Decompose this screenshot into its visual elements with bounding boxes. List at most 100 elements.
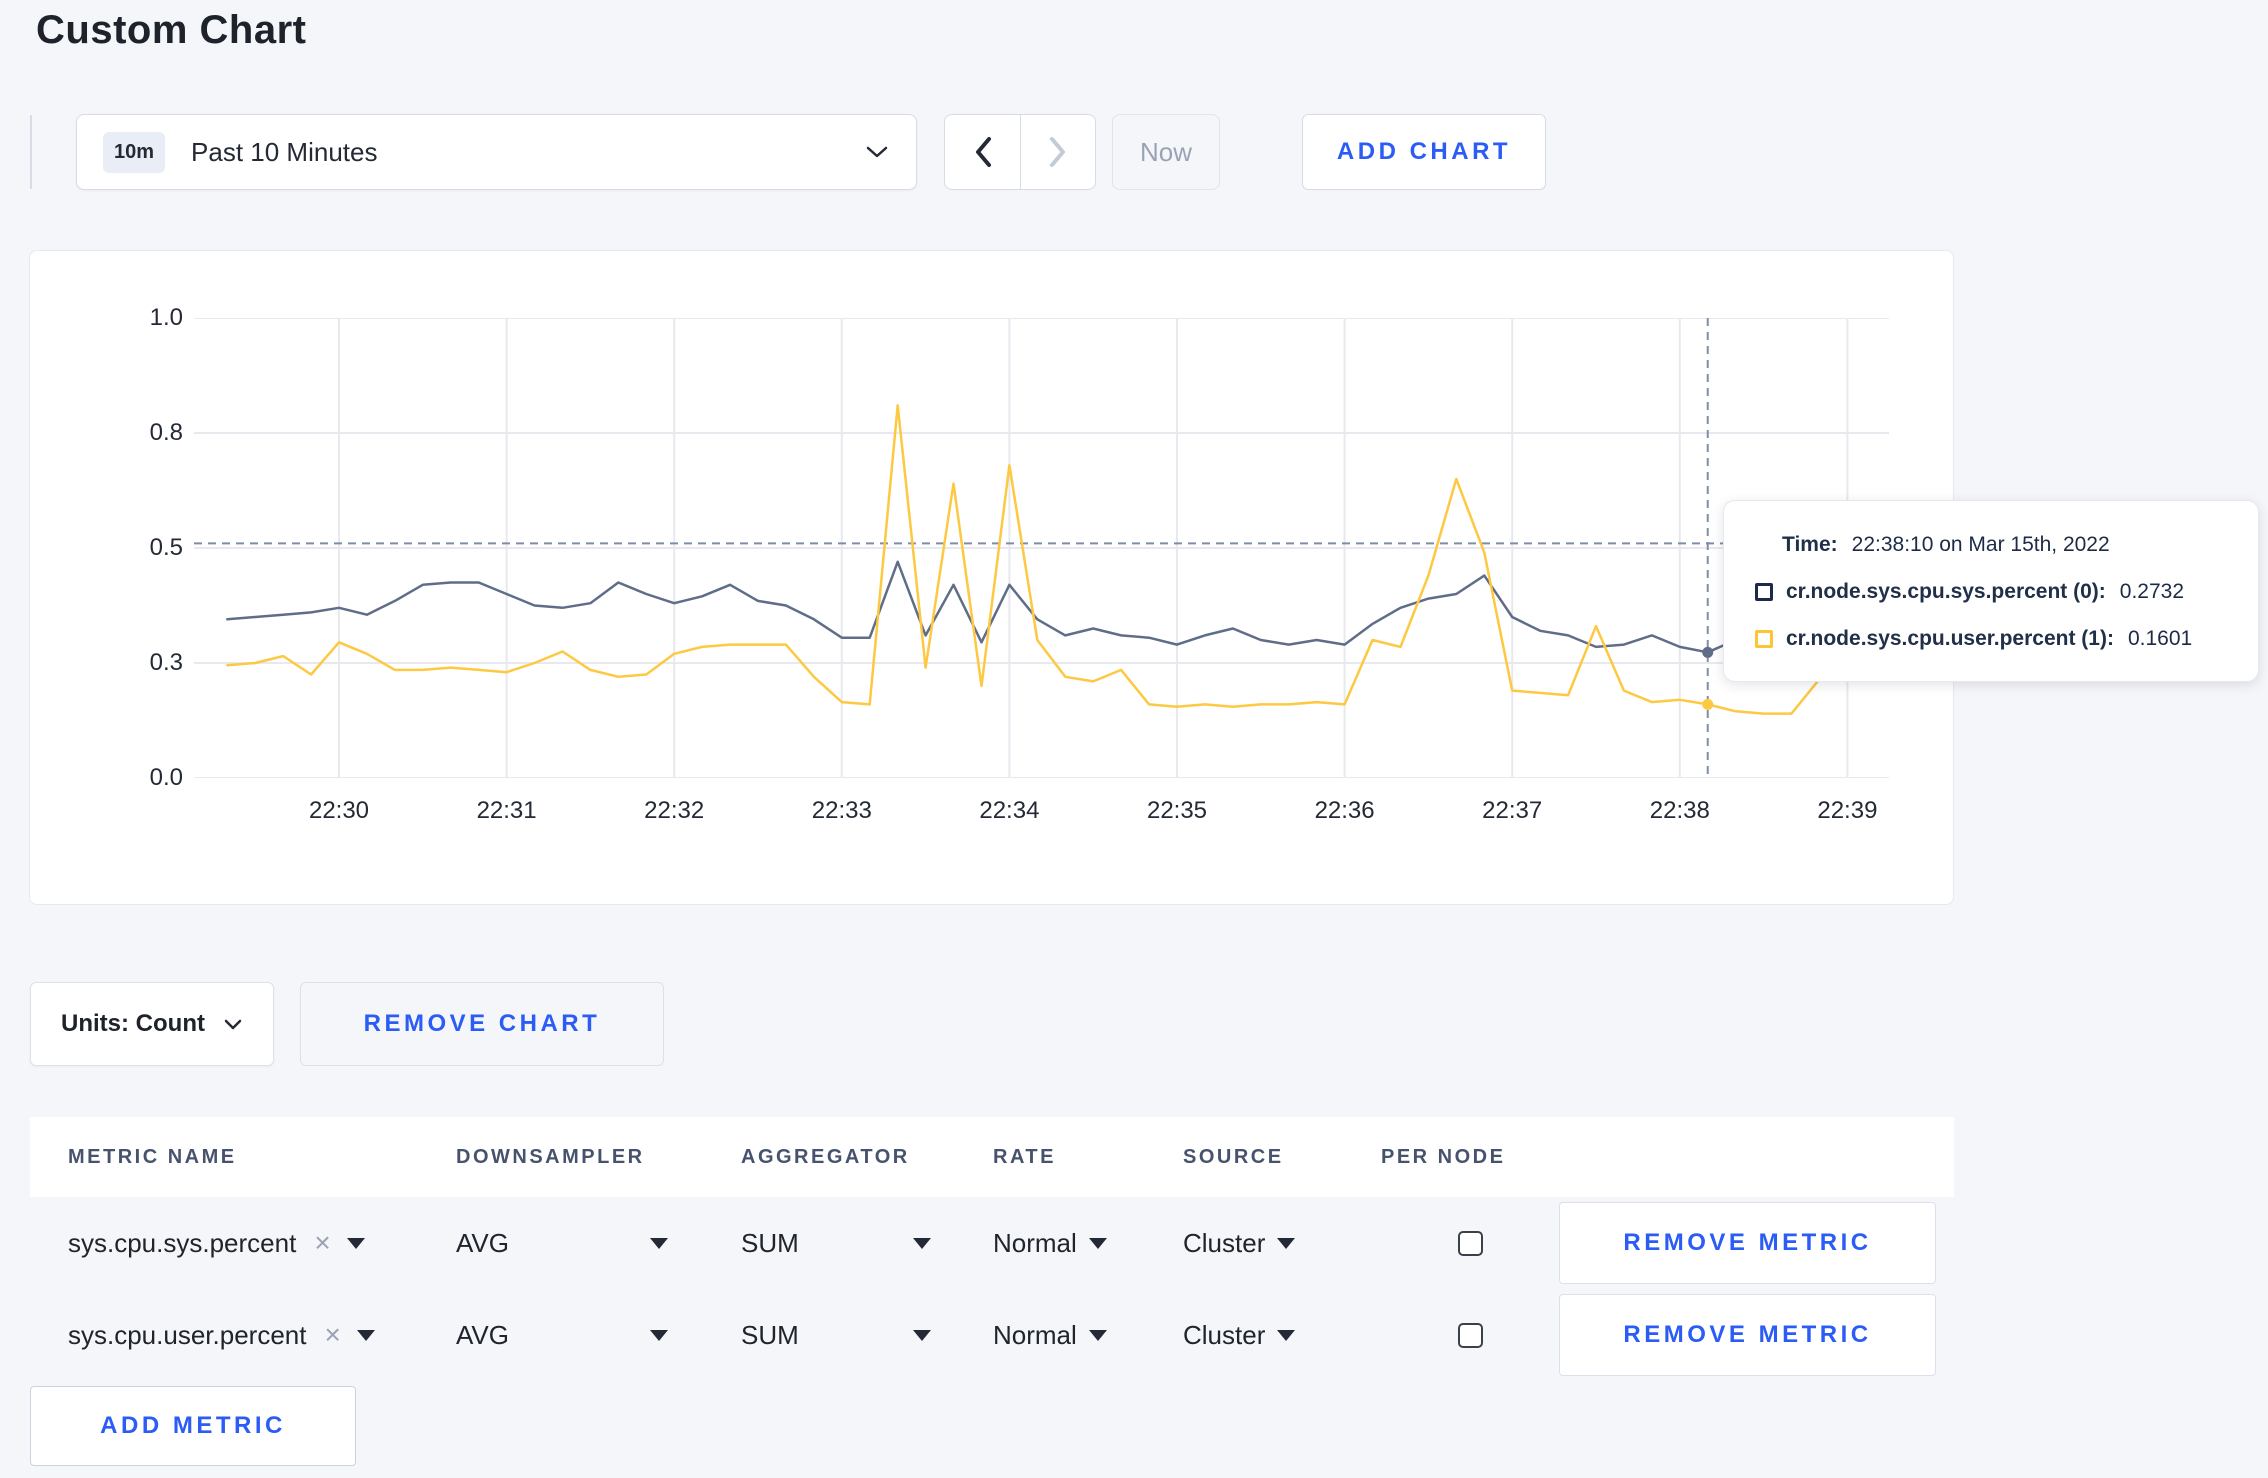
chart-card: 1.0 0.8 0.5 0.3 0.0 22:30 22:31 22:32 22… [29, 250, 2259, 905]
aggregator-value: SUM [741, 1319, 799, 1350]
time-range-badge: 10m [103, 131, 166, 173]
rate-select[interactable]: Normal [993, 1320, 1183, 1351]
add-metric-button[interactable]: ADD METRIC [30, 1386, 356, 1466]
units-label: Units: Count [61, 1010, 205, 1037]
x-axis-tick-label: 22:33 [811, 797, 872, 824]
time-window-nav [944, 114, 1096, 190]
tooltip-time-row: Time: 22:38:10 on Mar 15th, 2022 [1755, 521, 2238, 568]
metrics-table-header: METRIC NAME DOWNSAMPLER AGGREGATOR RATE … [30, 1117, 1954, 1197]
aggregator-value: SUM [741, 1227, 799, 1258]
metric-name-value: sys.cpu.user.percent [68, 1319, 307, 1350]
x-axis-tick-label: 22:31 [476, 797, 537, 824]
x-axis-tick-label: 22:36 [1314, 797, 1375, 824]
x-axis-tick-label: 22:39 [1817, 797, 1878, 824]
tooltip-series-label: cr.node.sys.cpu.user.percent (1): [1786, 626, 2114, 650]
metric-name-select[interactable]: sys.cpu.user.percent × [68, 1320, 456, 1351]
source-value: Cluster [1183, 1227, 1266, 1258]
column-header-metric-name: METRIC NAME [68, 1145, 237, 1168]
aggregator-select[interactable]: SUM [741, 1320, 993, 1351]
source-select[interactable]: Cluster [1183, 1320, 1381, 1351]
rate-value: Normal [993, 1227, 1077, 1258]
y-axis-tick-label: 1.0 [149, 304, 183, 331]
series-line-sys-percent [226, 560, 1877, 654]
chevron-left-icon [975, 137, 991, 167]
toolbar: 10m Past 10 Minutes Now ADD CHART [30, 114, 1546, 190]
units-bar: Units: Count REMOVE CHART [30, 982, 664, 1066]
tooltip-series-row: cr.node.sys.cpu.sys.percent (0): 0.2732 [1755, 568, 2238, 615]
caret-down-icon [356, 1329, 375, 1341]
metric-row: sys.cpu.user.percent × AVG SUM Normal Cl… [30, 1289, 1954, 1381]
sys-percent-swatch-icon [1755, 582, 1773, 601]
custom-chart-page: Custom Chart 10m Past 10 Minutes Now ADD… [0, 0, 2268, 1478]
toolbar-divider [30, 115, 32, 189]
hover-point-sys-percent [1702, 646, 1714, 658]
time-range-label: Past 10 Minutes [191, 136, 378, 167]
caret-down-icon [1277, 1329, 1296, 1341]
clear-metric-icon[interactable]: × [324, 1321, 340, 1349]
y-axis-tick-label: 0.8 [149, 419, 183, 446]
tooltip-series-label: cr.node.sys.cpu.sys.percent (0): [1786, 579, 2106, 603]
caret-down-icon [346, 1237, 365, 1249]
next-time-window-button[interactable] [1020, 114, 1096, 190]
chevron-down-icon [224, 1019, 242, 1030]
chevron-right-icon [1050, 137, 1065, 167]
x-axis-tick-label: 22:30 [308, 797, 370, 824]
remove-metric-button[interactable]: REMOVE METRIC [1559, 1202, 1936, 1284]
caret-down-icon [1088, 1237, 1107, 1249]
source-value: Cluster [1183, 1319, 1266, 1350]
tooltip-time-value: 22:38:10 on Mar 15th, 2022 [1851, 532, 2110, 556]
per-node-cell [1381, 1230, 1559, 1256]
timeseries-plot[interactable] [194, 318, 1889, 778]
x-axis-tick-label: 22:35 [1146, 797, 1208, 824]
metrics-table: METRIC NAME DOWNSAMPLER AGGREGATOR RATE … [30, 1117, 1954, 1381]
column-header-downsampler: DOWNSAMPLER [456, 1145, 645, 1168]
user-percent-swatch-icon [1755, 629, 1773, 648]
column-header-rate: RATE [993, 1145, 1056, 1168]
y-axis-tick-label: 0.3 [149, 649, 183, 676]
per-node-cell [1381, 1322, 1559, 1348]
units-dropdown[interactable]: Units: Count [30, 982, 274, 1066]
x-axis-tick-label: 22:32 [644, 797, 705, 824]
clear-metric-icon[interactable]: × [314, 1229, 330, 1257]
rate-select[interactable]: Normal [993, 1228, 1183, 1259]
metric-name-select[interactable]: sys.cpu.sys.percent × [68, 1228, 456, 1259]
time-range-dropdown[interactable]: 10m Past 10 Minutes [76, 114, 917, 190]
tooltip-series-row: cr.node.sys.cpu.user.percent (1): 0.1601 [1755, 615, 2238, 662]
downsampler-select[interactable]: AVG [456, 1320, 741, 1351]
per-node-checkbox[interactable] [1457, 1322, 1483, 1348]
tooltip-series-value: 0.2732 [2119, 579, 2185, 603]
series-line-user-percent [226, 404, 1877, 715]
caret-down-icon [913, 1237, 931, 1249]
source-select[interactable]: Cluster [1183, 1228, 1381, 1259]
chevron-down-icon [866, 146, 888, 158]
previous-time-window-button[interactable] [944, 114, 1020, 190]
x-axis-tick-label: 22:34 [979, 797, 1040, 824]
metric-name-value: sys.cpu.sys.percent [68, 1227, 297, 1258]
downsampler-select[interactable]: AVG [456, 1228, 741, 1259]
y-axis-tick-label: 0.0 [149, 764, 183, 791]
now-button[interactable]: Now [1112, 114, 1220, 190]
column-header-aggregator: AGGREGATOR [741, 1145, 910, 1168]
tooltip-time-label: Time: [1782, 532, 1838, 556]
page-title: Custom Chart [36, 8, 307, 52]
add-chart-button[interactable]: ADD CHART [1302, 114, 1546, 190]
tooltip-series-value: 0.1601 [2127, 626, 2193, 650]
x-axis-tick-label: 22:37 [1482, 797, 1543, 824]
remove-metric-button[interactable]: REMOVE METRIC [1559, 1294, 1936, 1376]
rate-value: Normal [993, 1319, 1077, 1350]
metric-row: sys.cpu.sys.percent × AVG SUM Normal Clu… [30, 1197, 1954, 1289]
downsampler-value: AVG [456, 1227, 509, 1258]
y-axis-tick-label: 0.5 [149, 534, 183, 561]
x-axis-tick-label: 22:38 [1649, 797, 1710, 824]
downsampler-value: AVG [456, 1319, 509, 1350]
chart-hover-tooltip: Time: 22:38:10 on Mar 15th, 2022 cr.node… [1723, 500, 2259, 682]
column-header-source: SOURCE [1183, 1145, 1284, 1168]
caret-down-icon [1277, 1237, 1296, 1249]
caret-down-icon [650, 1329, 668, 1341]
caret-down-icon [1088, 1329, 1107, 1341]
hover-point-user-percent [1702, 698, 1714, 710]
aggregator-select[interactable]: SUM [741, 1228, 993, 1259]
per-node-checkbox[interactable] [1457, 1230, 1483, 1256]
remove-chart-button[interactable]: REMOVE CHART [299, 982, 664, 1066]
gridlines [194, 318, 1889, 778]
